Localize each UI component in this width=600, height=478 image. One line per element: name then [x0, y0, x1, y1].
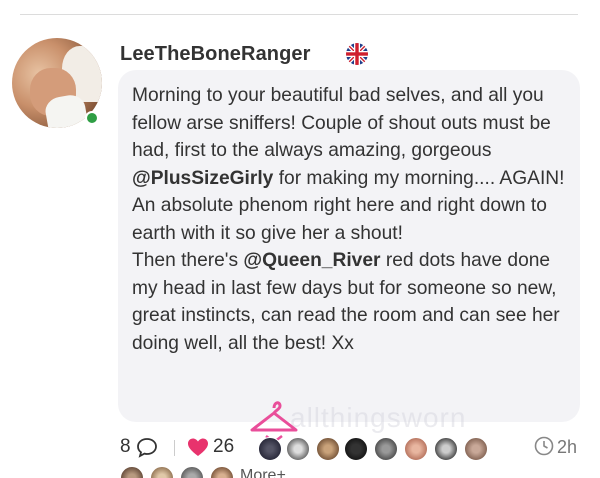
comment-icon[interactable] — [135, 436, 159, 458]
post-text-part: Then there's — [132, 250, 244, 271]
divider — [174, 440, 175, 456]
uk-flag-icon — [346, 43, 368, 65]
heart-icon[interactable] — [186, 436, 210, 458]
liker-avatar[interactable] — [434, 437, 458, 461]
more-likers-button[interactable]: More+ — [240, 467, 286, 478]
liker-avatar[interactable] — [374, 437, 398, 461]
top-divider — [20, 14, 578, 15]
liker-avatar[interactable] — [404, 437, 428, 461]
liker-avatar[interactable] — [258, 437, 282, 461]
mention-queen-river[interactable]: @Queen_River — [243, 250, 380, 271]
clock-icon — [534, 436, 554, 456]
online-status-dot — [85, 111, 99, 125]
liker-avatar[interactable] — [316, 437, 340, 461]
post-body: Morning to your beautiful bad selves, an… — [132, 82, 572, 357]
liker-avatar[interactable] — [286, 437, 310, 461]
liker-avatar[interactable] — [210, 466, 234, 478]
post-text-part: Morning to your beautiful bad selves, an… — [132, 85, 551, 161]
post-time: 2h — [557, 437, 578, 457]
liker-avatar[interactable] — [464, 437, 488, 461]
watermark: allthingsworn — [290, 402, 467, 433]
like-count[interactable]: 26 — [213, 436, 234, 458]
liker-avatar[interactable] — [344, 437, 368, 461]
mention-plussizegirly[interactable]: @PlusSizeGirly — [132, 168, 273, 189]
username[interactable]: LeeTheBoneRanger — [120, 43, 311, 66]
comment-count[interactable]: 8 — [120, 436, 131, 458]
liker-avatar[interactable] — [180, 466, 204, 478]
liker-avatar[interactable] — [120, 466, 144, 478]
avatar[interactable] — [12, 38, 104, 130]
liker-avatar[interactable] — [150, 466, 174, 478]
